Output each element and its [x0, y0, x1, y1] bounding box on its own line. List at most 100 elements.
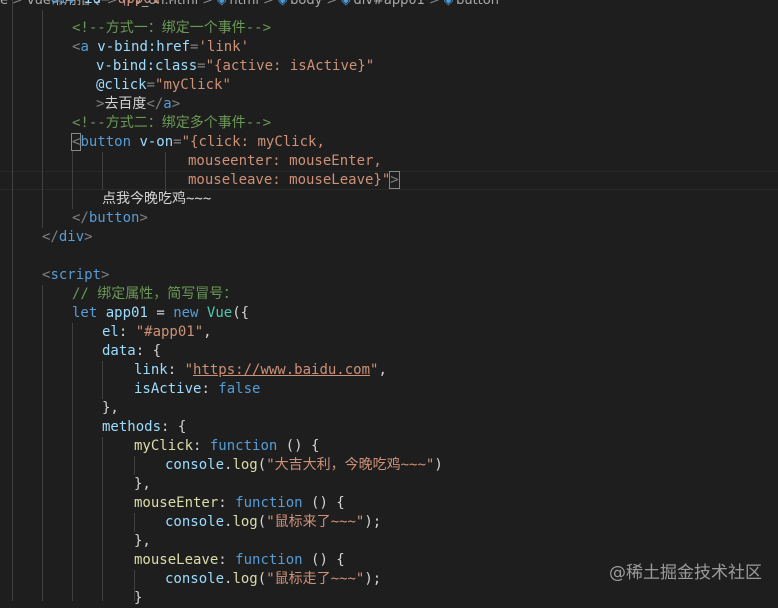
code-line: data: { — [102, 342, 161, 361]
code-token: let — [72, 305, 98, 321]
indent-guide — [72, 150, 73, 209]
code-line: }, — [134, 532, 151, 551]
code-token: link — [134, 362, 168, 378]
code-line: }, — [134, 475, 151, 494]
code-editor[interactable]: <div id="app01"> <!--方式一：绑定一个事件--> <a v-bi… — [0, 0, 778, 606]
code-token: a — [163, 96, 172, 112]
code-token: log — [232, 514, 258, 530]
code-line: </button> — [72, 209, 148, 228]
code-token: myClick — [134, 438, 194, 454]
code-line: link: "https://www.baidu.com", — [134, 361, 387, 380]
code-line: mouseEnter: function () { — [134, 494, 345, 513]
code-token: } — [134, 590, 143, 606]
code-token: = — [197, 58, 206, 74]
code-token: div — [50, 0, 75, 7]
code-token: </ — [146, 96, 164, 112]
code-token: console — [165, 571, 225, 587]
code-line: mouseleave: mouseLeave}"> — [188, 171, 400, 190]
code-token: log — [232, 457, 258, 473]
code-line: myClick: function () { — [134, 437, 319, 456]
code-token: ( — [257, 457, 267, 473]
code-token: : — [118, 324, 136, 340]
code-line: isActive: false — [134, 380, 260, 399]
indent-guide — [134, 456, 135, 475]
code-token: : — [218, 552, 236, 568]
code-token: ); — [364, 514, 382, 530]
code-token: v-bind:href — [88, 39, 191, 55]
code-token: ( — [257, 571, 267, 587]
code-line: @click="myClick" — [96, 76, 231, 95]
code-token: id — [76, 0, 101, 7]
code-line: </div> — [42, 228, 93, 247]
indent-guide — [102, 152, 103, 190]
code-token: app01 — [105, 305, 148, 321]
code-token: 去百度 — [104, 96, 147, 112]
code-token: "大吉大利，今晚吃鸡~~~" — [266, 457, 435, 473]
code-token: function — [209, 438, 278, 454]
code-token: " — [184, 362, 194, 378]
code-token: = — [146, 77, 156, 93]
code-token: : { — [161, 419, 187, 435]
code-token: mouseenter: mouseEnter, — [188, 153, 382, 169]
code-token: ) — [434, 457, 443, 473]
code-token: console — [165, 457, 225, 473]
code-token: // 绑定属性，简写冒号： — [72, 286, 238, 302]
code-token: : — [218, 495, 236, 511]
code-token: mouseLeave — [134, 552, 219, 568]
code-token: mouseleave: mouseLeave}" — [188, 172, 391, 188]
code-token: }, — [102, 400, 119, 416]
code-token: , — [378, 362, 387, 378]
code-token: > — [389, 171, 400, 189]
code-token: </ — [42, 229, 59, 245]
code-token: ({ — [232, 305, 250, 321]
code-token: 'link' — [198, 39, 250, 55]
code-token: > — [84, 229, 93, 245]
code-line: console.log("大吉大利，今晚吃鸡~~~") — [165, 456, 443, 475]
code-line: <a v-bind:href='link' — [72, 38, 249, 57]
indent-guide — [42, 285, 43, 601]
watermark: @稀土掘金技术社区 — [609, 563, 762, 583]
code-line: <script> — [42, 266, 109, 285]
code-token: https://www.baidu.com — [193, 362, 371, 378]
code-line: <div id="app01"> — [42, 0, 177, 9]
code-token: > — [168, 0, 176, 7]
code-token: : — [201, 381, 219, 397]
code-token: function — [235, 552, 303, 568]
code-token: "{active: isActive}" — [205, 58, 375, 74]
indent-guide — [72, 323, 73, 601]
code-line: console.log("鼠标走了~~~"); — [165, 570, 381, 589]
code-token: : — [167, 362, 185, 378]
code-token: <!--方式二：绑定多个事件--> — [72, 115, 272, 131]
code-token: () { — [277, 438, 320, 454]
code-line: v-bind:class="{active: isActive}" — [96, 57, 374, 76]
indent-guide — [42, 10, 43, 228]
code-token: button — [88, 210, 140, 226]
code-token: "#app01" — [135, 324, 204, 340]
code-token: "myClick" — [155, 77, 231, 93]
code-token: a — [80, 39, 89, 55]
code-token: ( — [257, 514, 267, 530]
code-token: > — [101, 267, 110, 283]
code-token: > — [171, 96, 181, 112]
code-line: methods: { — [102, 418, 186, 437]
code-token: }, — [134, 533, 151, 549]
code-token: el — [102, 324, 119, 340]
code-line: el: "#app01", — [102, 323, 212, 342]
code-token: methods — [102, 419, 162, 435]
code-line: >去百度</a> — [96, 95, 180, 114]
indent-guide — [134, 513, 135, 532]
code-token: script — [50, 267, 102, 283]
indent-guide — [12, 0, 13, 601]
code-line: <!--方式一：绑定一个事件--> — [72, 19, 271, 38]
indent-guide — [165, 152, 166, 190]
code-line: // 绑定属性，简写冒号： — [72, 285, 237, 304]
code-token: data — [102, 343, 136, 359]
code-token: }, — [134, 476, 151, 492]
code-token: : — [193, 438, 210, 454]
code-token: "鼠标走了~~~" — [266, 571, 365, 587]
code-token: </ — [72, 210, 89, 226]
code-token: v-bind:class — [96, 58, 198, 74]
code-token: new — [173, 305, 199, 321]
code-token: () { — [302, 552, 345, 568]
